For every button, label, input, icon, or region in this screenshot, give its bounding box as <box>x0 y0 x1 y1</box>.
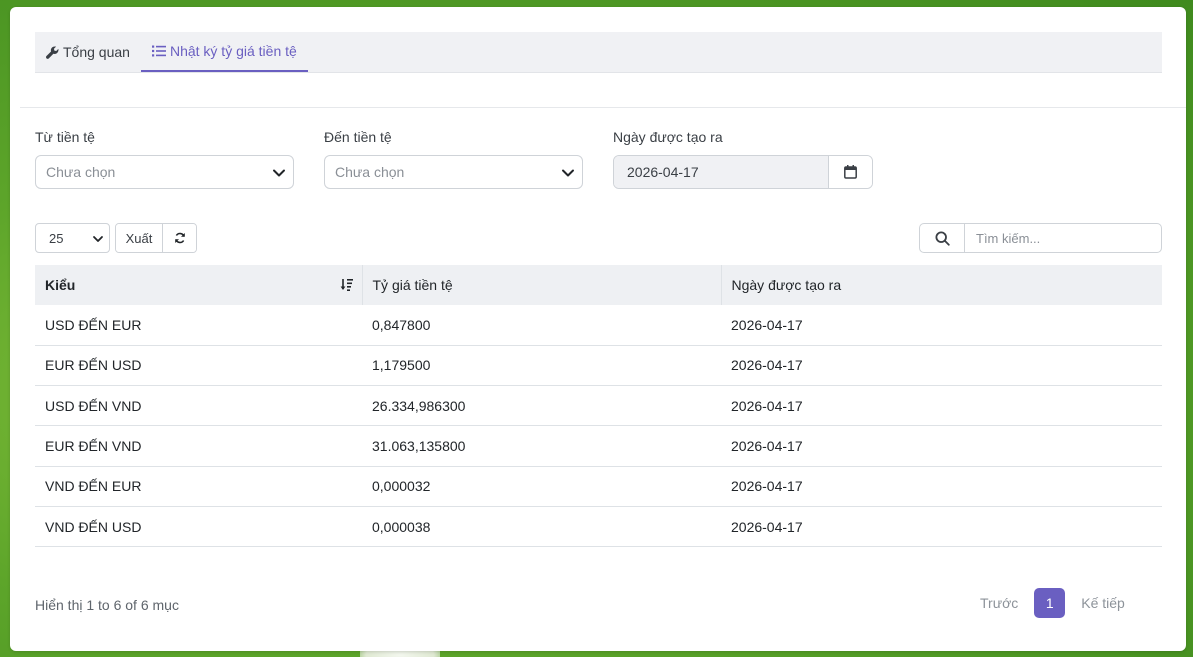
wrench-icon <box>46 45 59 59</box>
currency-rate-table: Kiểu Tỷ giá tiền tệ Ngày được tạo ra USD… <box>35 265 1162 547</box>
table-row: VND ĐẾN EUR 0,000032 2026-04-17 <box>35 466 1162 507</box>
table-row: USD ĐẾN VND 26.334,986300 2026-04-17 <box>35 386 1162 426</box>
section-divider <box>20 107 1186 108</box>
chevron-down-icon <box>92 233 104 245</box>
refresh-icon <box>174 232 186 244</box>
cell-rate: 26.334,986300 <box>372 397 466 414</box>
created-date-input[interactable]: 2026-04-17 <box>614 156 829 188</box>
cell-date: 2026-04-17 <box>731 438 803 455</box>
tab-bar: Tổng quan Nhật ký tỷ giá tiền tệ <box>35 32 1162 73</box>
cell-type: VND ĐẾN EUR <box>45 478 142 495</box>
table-actions: Xuất <box>115 223 197 253</box>
refresh-button[interactable] <box>163 224 196 252</box>
list-icon <box>151 45 166 57</box>
to-currency-label: Đến tiền tệ <box>324 129 392 145</box>
cell-date: 2026-04-17 <box>731 357 803 374</box>
pagination: Trước 1 Kế tiếp <box>970 588 1135 618</box>
page-length-select[interactable]: 25 <box>35 223 110 253</box>
table-row: EUR ĐẾN VND 31.063,135800 2026-04-17 <box>35 426 1162 467</box>
cell-date: 2026-04-17 <box>731 397 803 414</box>
page-length-value: 25 <box>49 230 64 246</box>
search-box: Tìm kiếm... <box>919 223 1162 253</box>
from-currency-select[interactable]: Chưa chọn <box>35 155 294 189</box>
export-button[interactable]: Xuất <box>116 224 163 252</box>
column-header-date[interactable]: Ngày được tạo ra <box>721 265 1162 305</box>
main-card: Tổng quan Nhật ký tỷ giá tiền tệ Từ tiền… <box>10 7 1186 651</box>
chevron-down-icon <box>272 166 286 180</box>
tab-overview[interactable]: Tổng quan <box>35 32 141 72</box>
cell-date: 2026-04-17 <box>731 316 803 333</box>
from-currency-label: Từ tiền tệ <box>35 129 95 145</box>
created-date-label: Ngày được tạo ra <box>613 129 723 145</box>
chevron-down-icon <box>561 166 575 180</box>
column-header-rate[interactable]: Tỷ giá tiền tệ <box>362 265 722 305</box>
table-header-row: Kiểu Tỷ giá tiền tệ Ngày được tạo ra <box>35 265 1162 305</box>
table-info: Hiển thị 1 to 6 of 6 mục <box>35 597 179 613</box>
table-row: EUR ĐẾN USD 1,179500 2026-04-17 <box>35 345 1162 386</box>
search-input[interactable]: Tìm kiếm... <box>965 224 1161 252</box>
tab-currency-log[interactable]: Nhật ký tỷ giá tiền tệ <box>140 32 308 72</box>
calendar-icon <box>844 165 857 179</box>
tab-currency-log-label: Nhật ký tỷ giá tiền tệ <box>169 43 297 59</box>
prev-page-button[interactable]: Trước <box>970 595 1028 611</box>
tab-overview-label: Tổng quan <box>63 44 130 60</box>
cell-rate: 0,000038 <box>372 518 431 535</box>
cell-date: 2026-04-17 <box>731 478 803 495</box>
column-header-type[interactable]: Kiểu <box>35 265 363 305</box>
calendar-button[interactable] <box>829 156 872 188</box>
cell-rate: 31.063,135800 <box>372 438 466 455</box>
created-date-picker: 2026-04-17 <box>613 155 873 189</box>
cell-rate: 0,000032 <box>372 478 431 495</box>
cell-type: EUR ĐẾN USD <box>45 357 142 374</box>
from-currency-value: Chưa chọn <box>46 164 116 180</box>
to-currency-value: Chưa chọn <box>335 164 405 180</box>
page-number-button[interactable]: 1 <box>1034 588 1066 618</box>
cell-type: EUR ĐẾN VND <box>45 438 142 455</box>
cell-rate: 0,847800 <box>372 316 431 333</box>
cell-type: USD ĐẾN VND <box>45 397 142 414</box>
table-row: VND ĐẾN USD 0,000038 2026-04-17 <box>35 506 1162 547</box>
cell-date: 2026-04-17 <box>731 518 803 535</box>
cell-type: USD ĐẾN EUR <box>45 316 142 333</box>
search-icon <box>934 230 950 246</box>
cell-rate: 1,179500 <box>372 357 431 374</box>
table-row: USD ĐẾN EUR 0,847800 2026-04-17 <box>35 305 1162 346</box>
next-page-button[interactable]: Kế tiếp <box>1071 595 1135 611</box>
table-body: USD ĐẾN EUR 0,847800 2026-04-17 EUR ĐẾN USD… <box>35 305 1162 547</box>
cell-type: VND ĐẾN USD <box>45 518 142 535</box>
sort-descending-icon <box>340 278 354 292</box>
to-currency-select[interactable]: Chưa chọn <box>324 155 583 189</box>
search-button[interactable] <box>920 224 965 252</box>
